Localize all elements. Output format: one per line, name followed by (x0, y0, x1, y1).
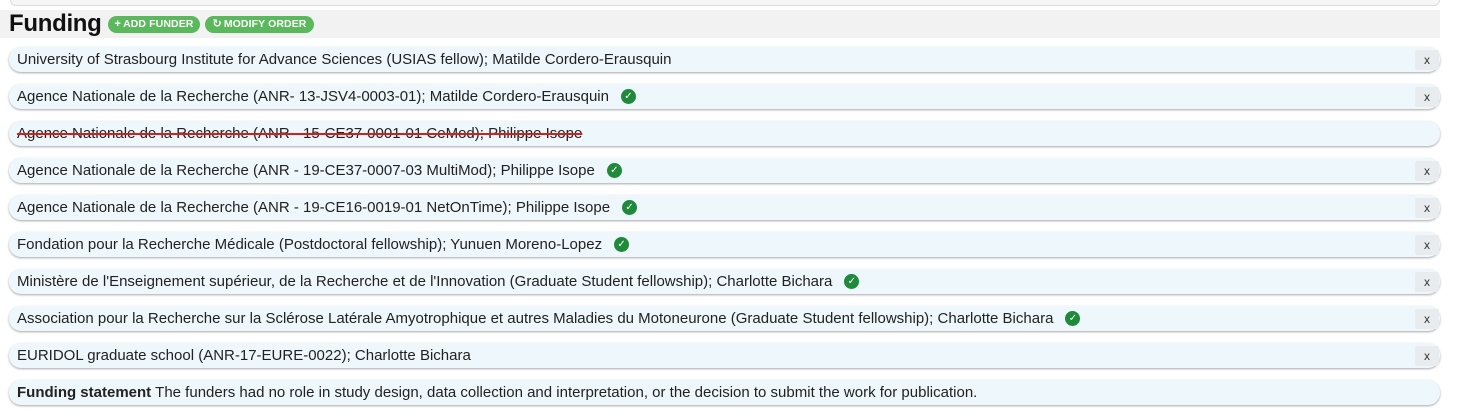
funder-row: Ministère de l'Enseignement supérieur, d… (9, 269, 1440, 294)
funding-statement: Funding statement The funders had no rol… (9, 380, 1440, 405)
remove-funder-button[interactable]: x (1415, 235, 1439, 255)
funder-row: Agence Nationale de la Recherche (ANR- 1… (9, 84, 1440, 109)
funder-row: Fondation pour la Recherche Médicale (Po… (9, 232, 1440, 257)
funding-header: Funding + ADD FUNDER ↻ MODIFY ORDER (0, 10, 1440, 38)
previous-panel-edge (10, 0, 1440, 6)
funder-text: Agence Nationale de la Recherche (ANR - … (17, 199, 611, 216)
add-funder-label: ADD FUNDER (123, 18, 194, 30)
refresh-icon: ↻ (212, 17, 222, 30)
funder-row: University of Strasbourg Institute for A… (9, 47, 1440, 72)
funder-text: Agence Nationale de la Recherche (ANR - … (17, 125, 583, 142)
add-funder-button[interactable]: + ADD FUNDER (107, 15, 201, 33)
verified-check-icon: ✓ (1065, 311, 1081, 326)
funder-text: University of Strasbourg Institute for A… (17, 51, 672, 68)
funder-row: EURIDOL graduate school (ANR-17-EURE-002… (9, 343, 1440, 368)
remove-funder-button[interactable]: x (1415, 161, 1439, 181)
funder-row: Agence Nationale de la Recherche (ANR - … (9, 195, 1440, 220)
funder-text: EURIDOL graduate school (ANR-17-EURE-002… (17, 347, 471, 364)
funder-text: Agence Nationale de la Recherche (ANR - … (17, 162, 595, 179)
remove-funder-button[interactable]: x (1415, 309, 1439, 329)
remove-funder-button[interactable]: x (1415, 50, 1439, 70)
funder-list: University of Strasbourg Institute for A… (9, 47, 1440, 417)
verified-check-icon: ✓ (614, 237, 630, 252)
verified-check-icon: ✓ (622, 200, 638, 215)
remove-funder-button[interactable]: x (1415, 346, 1439, 366)
funder-row: Agence Nationale de la Recherche (ANR - … (9, 158, 1440, 183)
modify-order-label: MODIFY ORDER (223, 18, 307, 30)
remove-funder-button[interactable]: x (1415, 272, 1439, 292)
remove-funder-button[interactable]: x (1415, 198, 1439, 218)
verified-check-icon: ✓ (606, 163, 622, 178)
section-title: Funding (9, 10, 102, 37)
funder-row: Association pour la Recherche sur la Scl… (9, 306, 1440, 331)
modify-order-button[interactable]: ↻ MODIFY ORDER (205, 15, 314, 33)
funder-row-deleted: Agence Nationale de la Recherche (ANR - … (9, 121, 1440, 146)
funder-text: Association pour la Recherche sur la Scl… (17, 310, 1054, 327)
remove-funder-button[interactable]: x (1415, 87, 1439, 107)
funder-text: Ministère de l'Enseignement supérieur, d… (17, 273, 833, 290)
verified-check-icon: ✓ (620, 89, 636, 104)
funding-statement-label: Funding statement (17, 384, 152, 401)
funding-statement-text: The funders had no role in study design,… (155, 384, 978, 401)
funder-text: Fondation pour la Recherche Médicale (Po… (17, 236, 603, 253)
funder-text: Agence Nationale de la Recherche (ANR- 1… (17, 88, 609, 105)
plus-icon: + (114, 17, 122, 30)
verified-check-icon: ✓ (844, 274, 860, 289)
